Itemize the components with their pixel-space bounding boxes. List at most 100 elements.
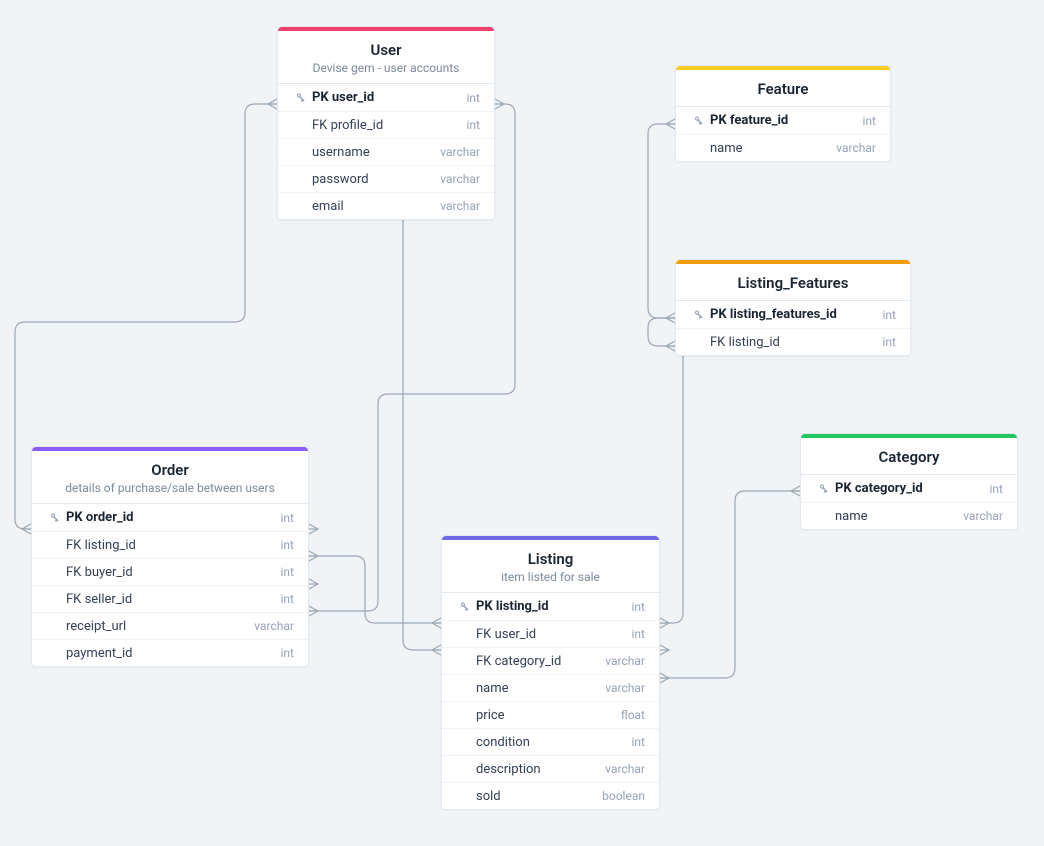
column-row[interactable]: PK user_idint [278, 84, 494, 111]
column-row[interactable]: namevarchar [442, 674, 659, 701]
connector-listing-category [660, 491, 800, 678]
entity-listing_features[interactable]: Listing_Features PK listing_features_idin… [675, 259, 911, 356]
column-row[interactable]: soldboolean [442, 782, 659, 809]
entity-header: User Devise gem - user accounts [278, 31, 494, 84]
connector-endpoint [309, 551, 318, 561]
key-icon [46, 512, 62, 524]
column-name: PK category_id [835, 481, 978, 496]
entity-header: Listing item listed for sale [442, 540, 659, 593]
column-name: email [312, 199, 428, 214]
entity-columns: PK order_idintFK listing_idintFK buyer_i… [32, 504, 308, 666]
entity-user[interactable]: User Devise gem - user accounts PK user_id… [277, 26, 495, 220]
column-type: int [863, 114, 876, 128]
connector-endpoint [666, 313, 675, 323]
column-name: condition [476, 735, 620, 750]
entity-feature[interactable]: Feature PK feature_id int name varchar [675, 65, 891, 162]
column-row[interactable]: receipt_url varchar [32, 612, 308, 639]
column-row[interactable]: emailvarchar [278, 192, 494, 219]
column-type: varchar [963, 509, 1003, 523]
column-row[interactable]: FK buyer_idint [32, 558, 308, 585]
column-type: int [281, 511, 294, 525]
entity-subtitle: item listed for sale [456, 570, 645, 584]
column-type: varchar [605, 762, 645, 776]
column-name: sold [476, 789, 590, 804]
column-type: int [467, 118, 480, 132]
connector-endpoint [660, 618, 669, 628]
connector-endpoint [309, 524, 318, 534]
column-row[interactable]: FK seller_id int [32, 585, 308, 612]
column-type: int [281, 592, 294, 606]
entity-subtitle: Devise gem - user accounts [292, 61, 480, 75]
column-name: PK order_id [66, 510, 269, 525]
column-type: int [990, 482, 1003, 496]
entity-category[interactable]: Category PK category_id int namevarchar [800, 433, 1018, 530]
column-row[interactable]: name varchar [676, 134, 890, 161]
column-row[interactable]: PK feature_id int [676, 107, 890, 134]
entity-header: Category [801, 438, 1017, 475]
column-row[interactable]: PK order_id int [32, 504, 308, 531]
entity-header: Listing_Features [676, 264, 910, 301]
entity-title: Listing [456, 550, 645, 568]
entity-columns: PK category_id int namevarchar [801, 475, 1017, 529]
column-row[interactable]: FK profile_id int [278, 111, 494, 138]
column-row[interactable]: PK listing_id int [442, 593, 659, 620]
entity-title: Category [815, 448, 1003, 466]
column-name: description [476, 762, 593, 777]
connector-endpoint [791, 486, 800, 496]
column-name: FK seller_id [66, 592, 269, 607]
column-row[interactable]: condition int [442, 728, 659, 755]
column-name: PK listing_id [476, 599, 620, 614]
column-type: int [883, 308, 896, 322]
column-row[interactable]: FK category_id varchar [442, 647, 659, 674]
column-name: FK listing_id [710, 335, 871, 350]
key-icon [292, 92, 308, 104]
column-name: FK category_id [476, 654, 593, 669]
entity-order[interactable]: Order details of purchase/sale between us… [31, 446, 309, 667]
entity-header: Feature [676, 70, 890, 107]
entity-title: Listing_Features [690, 274, 896, 292]
column-type: int [632, 735, 645, 749]
key-icon [815, 483, 831, 495]
column-name: name [710, 141, 824, 156]
column-name: FK profile_id [312, 118, 455, 133]
column-type: varchar [605, 654, 645, 668]
column-name: PK feature_id [710, 113, 851, 128]
connector-endpoint [22, 524, 31, 534]
column-type: int [632, 600, 645, 614]
column-row[interactable]: description varchar [442, 755, 659, 782]
column-row[interactable]: username varchar [278, 138, 494, 165]
connector-endpoint [660, 645, 669, 655]
key-icon [456, 601, 472, 613]
connector-endpoint [432, 618, 441, 628]
entity-subtitle: details of purchase/sale between users [46, 481, 294, 495]
column-type: varchar [836, 141, 876, 155]
entity-columns: PK user_idint FK profile_id int username var… [278, 84, 494, 219]
column-type: varchar [440, 172, 480, 186]
entity-columns: PK listing_idintFK user_idintFK category… [442, 593, 659, 809]
column-row[interactable]: PK listing_features_idint [676, 301, 910, 328]
column-row[interactable]: FK listing_id int [676, 328, 910, 355]
column-row[interactable]: namevarchar [801, 502, 1017, 529]
column-type: int [281, 646, 294, 660]
column-row[interactable]: FK listing_idint [32, 531, 308, 558]
column-type: varchar [440, 145, 480, 159]
connector-endpoint [432, 645, 441, 655]
column-name: FK listing_id [66, 538, 269, 553]
column-type: int [883, 335, 896, 349]
column-row[interactable]: passwordvarchar [278, 165, 494, 192]
column-row[interactable]: pricefloat [442, 701, 659, 728]
column-row[interactable]: FK user_idint [442, 620, 659, 647]
entity-title: User [292, 41, 480, 59]
entity-columns: PK feature_id int name varchar [676, 107, 890, 161]
column-type: int [467, 91, 480, 105]
entity-title: Order [46, 461, 294, 479]
column-row[interactable]: payment_idint [32, 639, 308, 666]
column-name: FK buyer_id [66, 565, 269, 580]
column-name: receipt_url [66, 619, 242, 634]
column-name: username [312, 145, 428, 160]
entity-listing[interactable]: Listing item listed for sale PK listing_id… [441, 535, 660, 810]
column-type: varchar [254, 619, 294, 633]
key-icon [690, 309, 706, 321]
entity-columns: PK listing_features_idint FK listing_id in… [676, 301, 910, 355]
column-row[interactable]: PK category_id int [801, 475, 1017, 502]
